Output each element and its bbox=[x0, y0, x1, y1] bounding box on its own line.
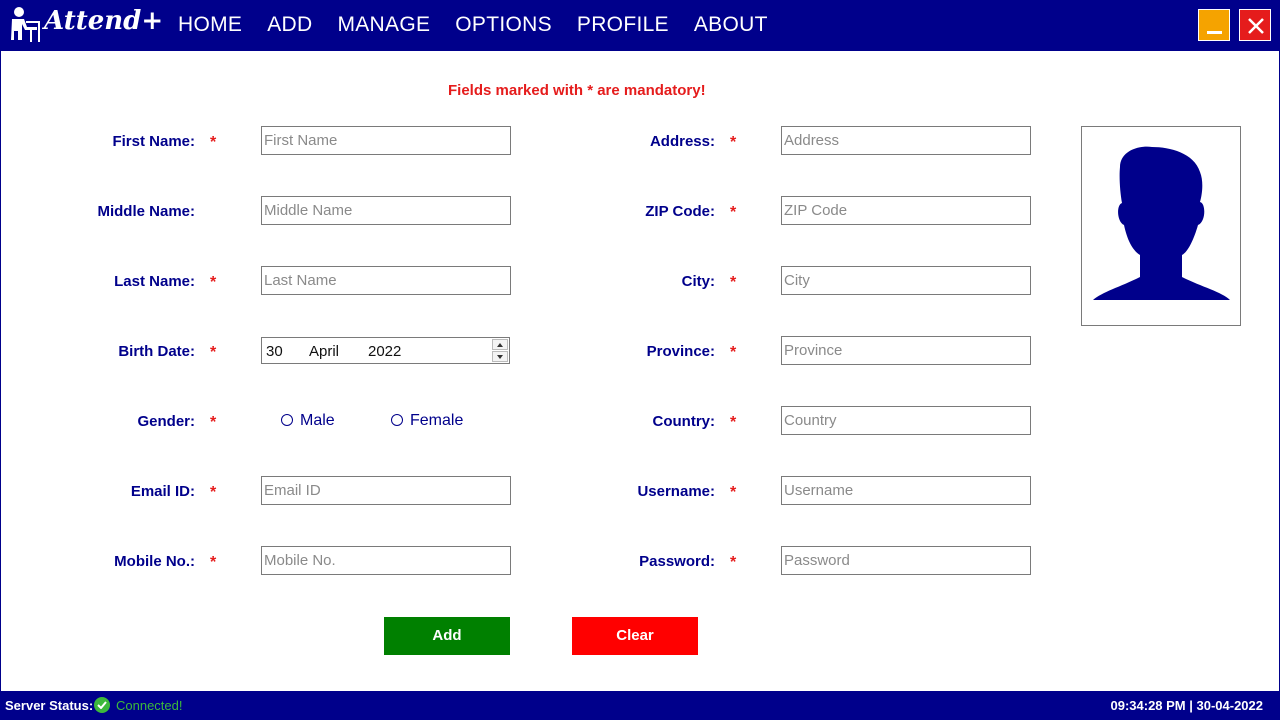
gender-male-label: Male bbox=[300, 412, 335, 429]
mobile-input[interactable] bbox=[261, 546, 511, 575]
first-name-label: First Name: bbox=[112, 133, 195, 150]
spin-down-button[interactable] bbox=[492, 351, 508, 362]
country-input[interactable] bbox=[781, 406, 1031, 435]
nav-about[interactable]: ABOUT bbox=[694, 13, 768, 37]
birth-date-picker[interactable]: 30 April 2022 bbox=[261, 337, 510, 364]
required-mark: * bbox=[730, 204, 737, 221]
zip-code-label: ZIP Code: bbox=[645, 203, 715, 220]
middle-name-input[interactable] bbox=[261, 196, 511, 225]
required-mark: * bbox=[210, 344, 217, 361]
required-mark: * bbox=[210, 554, 217, 571]
username-label: Username: bbox=[637, 483, 715, 500]
required-mark: * bbox=[210, 274, 217, 291]
email-label: Email ID: bbox=[130, 483, 195, 500]
status-bar: Server Status: Connected! 09:34:28 PM | … bbox=[0, 691, 1280, 720]
required-mark: * bbox=[730, 554, 737, 571]
date-spinner bbox=[492, 339, 508, 362]
required-mark: * bbox=[730, 484, 737, 501]
required-mark: * bbox=[730, 344, 737, 361]
middle-name-label: Middle Name: bbox=[97, 203, 195, 220]
province-input[interactable] bbox=[781, 336, 1031, 365]
gender-male-radio[interactable] bbox=[281, 414, 293, 426]
server-status-value: Connected! bbox=[116, 698, 183, 713]
close-button[interactable] bbox=[1239, 9, 1271, 41]
last-name-input[interactable] bbox=[261, 266, 511, 295]
province-label: Province: bbox=[646, 343, 715, 360]
required-mark: * bbox=[210, 134, 217, 151]
required-mark: * bbox=[730, 414, 737, 431]
title-bar: Attend+ HOME ADD MANAGE OPTIONS PROFILE … bbox=[0, 0, 1280, 51]
spin-up-button[interactable] bbox=[492, 339, 508, 350]
email-input[interactable] bbox=[261, 476, 511, 505]
profile-photo[interactable] bbox=[1081, 126, 1241, 326]
birth-year[interactable]: 2022 bbox=[368, 343, 401, 360]
check-circle-icon bbox=[94, 697, 110, 713]
required-mark: * bbox=[210, 414, 217, 431]
nav-add[interactable]: ADD bbox=[267, 13, 312, 37]
nav-home[interactable]: HOME bbox=[178, 13, 242, 37]
mandatory-notice: Fields marked with * are mandatory! bbox=[448, 82, 706, 99]
gender-label: Gender: bbox=[137, 413, 195, 430]
datetime-display: 09:34:28 PM | 30-04-2022 bbox=[1110, 698, 1263, 713]
minimize-icon bbox=[1207, 31, 1222, 34]
app-brand: Attend+ bbox=[44, 6, 164, 36]
required-mark: * bbox=[730, 274, 737, 291]
address-label: Address: bbox=[649, 133, 715, 150]
add-button[interactable]: Add bbox=[384, 617, 510, 655]
clear-button[interactable]: Clear bbox=[572, 617, 698, 655]
country-label: Country: bbox=[652, 413, 716, 430]
nav-manage[interactable]: MANAGE bbox=[337, 13, 430, 37]
teacher-desk-icon bbox=[11, 7, 40, 42]
server-status-label: Server Status: bbox=[5, 698, 94, 713]
nav-options[interactable]: OPTIONS bbox=[455, 13, 552, 37]
main-nav: HOME ADD MANAGE OPTIONS PROFILE ABOUT bbox=[178, 13, 793, 37]
close-icon bbox=[1248, 18, 1264, 34]
password-label: Password: bbox=[639, 553, 715, 570]
mobile-label: Mobile No.: bbox=[114, 553, 195, 570]
gender-female-label: Female bbox=[410, 412, 464, 429]
username-input[interactable] bbox=[781, 476, 1031, 505]
city-label: City: bbox=[681, 273, 715, 290]
birth-month[interactable]: April bbox=[309, 343, 339, 360]
zip-code-input[interactable] bbox=[781, 196, 1031, 225]
birth-day[interactable]: 30 bbox=[266, 343, 283, 360]
city-input[interactable] bbox=[781, 266, 1031, 295]
minimize-button[interactable] bbox=[1198, 9, 1230, 41]
user-silhouette-icon bbox=[1093, 146, 1230, 300]
required-mark: * bbox=[730, 134, 737, 151]
password-input[interactable] bbox=[781, 546, 1031, 575]
first-name-input[interactable] bbox=[261, 126, 511, 155]
required-mark: * bbox=[210, 484, 217, 501]
gender-female-radio[interactable] bbox=[391, 414, 403, 426]
nav-profile[interactable]: PROFILE bbox=[577, 13, 669, 37]
last-name-label: Last Name: bbox=[114, 273, 195, 290]
address-input[interactable] bbox=[781, 126, 1031, 155]
birth-date-label: Birth Date: bbox=[118, 343, 195, 360]
